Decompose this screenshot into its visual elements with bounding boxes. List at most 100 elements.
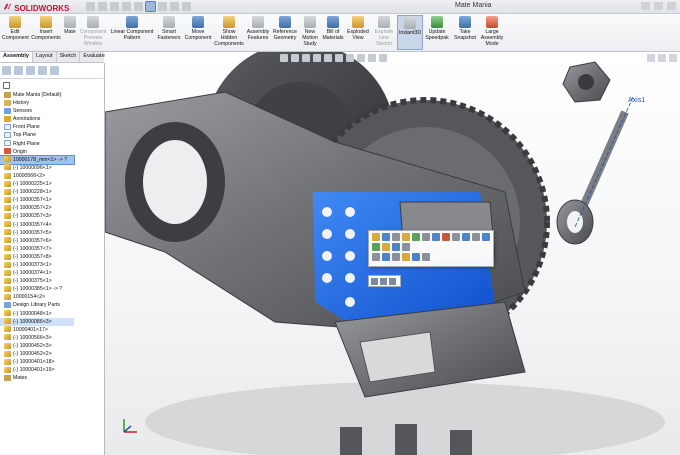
options-icon[interactable] xyxy=(182,2,191,11)
tree-part[interactable]: (-) 10000375<1> xyxy=(0,277,104,285)
zoom-to-selection-icon[interactable] xyxy=(402,243,410,251)
close-icon[interactable] xyxy=(667,2,676,10)
show-hidden-button[interactable]: Show Hidden Components xyxy=(214,15,244,47)
viewport-restore-icon[interactable] xyxy=(658,54,666,62)
tree-history[interactable]: History xyxy=(0,99,104,107)
tree-part[interactable]: 10000154<2> xyxy=(0,293,104,301)
section-view-icon[interactable] xyxy=(313,54,321,62)
save-icon[interactable] xyxy=(110,2,119,11)
tree-part[interactable]: (-) 10000357<5> xyxy=(0,229,104,237)
open-part-icon[interactable] xyxy=(372,233,380,241)
display-style-icon[interactable] xyxy=(335,54,343,62)
tab-layout[interactable]: Layout xyxy=(33,52,57,62)
tree-part[interactable]: (-) 10000385<1> -> ? xyxy=(0,285,104,293)
hide-show-icon[interactable] xyxy=(346,54,354,62)
float-icon[interactable] xyxy=(412,253,420,261)
reference-geometry-button[interactable]: Reference Geometry xyxy=(272,15,298,41)
measure-icon[interactable] xyxy=(472,233,480,241)
tree-part[interactable]: (-) 10000357<7> xyxy=(0,245,104,253)
tree-library-part-highlighted[interactable]: (-) 10000086<3> xyxy=(0,317,74,326)
new-motion-study-button[interactable]: New Motion Study xyxy=(300,15,320,47)
tree-part[interactable]: (-) 10000357<2> xyxy=(0,204,104,212)
tree-part[interactable]: (-) 10000225<1> xyxy=(0,180,104,188)
tree-library-part[interactable]: (-) 10000401<18> xyxy=(0,358,104,366)
select-icon[interactable] xyxy=(145,1,156,12)
tree-library-part[interactable]: 10000401<17> xyxy=(0,326,104,334)
zoom-area-icon[interactable] xyxy=(291,54,299,62)
tree-part[interactable]: (-) 10000228<1> xyxy=(0,188,104,196)
insert-icon[interactable] xyxy=(382,243,390,251)
open-icon[interactable] xyxy=(98,2,107,11)
tree-part-selected[interactable]: 10000178_mm<1> -> ? xyxy=(0,154,75,165)
tree-library-part[interactable]: (-) 10000452<3> xyxy=(0,342,104,350)
tree-part[interactable]: 10000566<2> xyxy=(0,172,104,180)
instant3d-button[interactable]: Instant3D xyxy=(397,15,423,50)
tree-part[interactable]: (-) 10000373<1> xyxy=(0,261,104,269)
fixed-icon[interactable] xyxy=(402,253,410,261)
tree-design-library[interactable]: Design Library Parts xyxy=(0,301,104,309)
tab-assembly[interactable]: Assembly xyxy=(0,52,33,62)
anchor-icon[interactable] xyxy=(392,253,400,261)
tree-annotations[interactable]: Annotations xyxy=(0,115,104,123)
tree-part[interactable]: (-) 10000374<1> xyxy=(0,269,104,277)
lock-icon[interactable] xyxy=(389,278,396,285)
linear-pattern-button[interactable]: Linear Component Pattern xyxy=(109,15,155,41)
sketch-icon[interactable] xyxy=(371,278,378,285)
dimxpert-icon[interactable] xyxy=(38,66,47,75)
update-speedpak-button[interactable]: Update Speedpak xyxy=(424,15,450,41)
view-orientation-icon[interactable] xyxy=(324,54,332,62)
section-icon[interactable] xyxy=(382,253,390,261)
smart-fasteners-button[interactable]: Smart Fasteners xyxy=(157,15,181,41)
tree-library-part[interactable]: (-) 10000452<2> xyxy=(0,350,104,358)
print-icon[interactable] xyxy=(122,2,131,11)
make-virtual-icon[interactable] xyxy=(412,233,420,241)
tree-part[interactable]: (-) 10000357<3> xyxy=(0,212,104,220)
exploded-view-button[interactable]: Exploded View xyxy=(346,15,370,41)
bill-of-materials-button[interactable]: Bill of Materials xyxy=(322,15,344,41)
zoom-to-fit-icon[interactable] xyxy=(280,54,288,62)
tree-root[interactable]: Mate Mania (Default) xyxy=(0,91,104,99)
component-properties-icon[interactable] xyxy=(442,233,450,241)
maximize-icon[interactable] xyxy=(654,2,663,10)
rebuild-icon[interactable] xyxy=(158,2,167,11)
take-snapshot-button[interactable]: Take Snapshot xyxy=(454,15,476,41)
tree-library-part[interactable]: (-) 10000401<19> xyxy=(0,366,104,374)
tree-library-part[interactable]: (-) 10000566<3> xyxy=(0,334,104,342)
tree-mates[interactable]: Mates xyxy=(0,374,104,382)
move-component-button[interactable]: Move Component xyxy=(183,15,213,41)
tree-part[interactable]: (-) 10000357<6> xyxy=(0,237,104,245)
previous-view-icon[interactable] xyxy=(302,54,310,62)
select-other-icon[interactable] xyxy=(392,243,400,251)
tree-part[interactable]: (-) 10000096<1> xyxy=(0,164,104,172)
tree-front-plane[interactable]: Front Plane xyxy=(0,123,104,131)
tree-right-plane[interactable]: Right Plane xyxy=(0,140,104,148)
hide-components-icon[interactable] xyxy=(392,233,400,241)
feature-manager-icon[interactable] xyxy=(2,66,11,75)
tree-part[interactable]: (-) 10000357<4> xyxy=(0,221,104,229)
isolate-icon[interactable] xyxy=(422,233,430,241)
toggle-list-icon[interactable] xyxy=(482,233,490,241)
assembly-features-button[interactable]: Assembly Features xyxy=(246,15,270,41)
explode-line-sketch-button[interactable]: Explode Line Sketch xyxy=(372,15,396,47)
edit-component-button[interactable]: Edit Component xyxy=(2,15,29,41)
file-properties-icon[interactable] xyxy=(170,2,179,11)
tree-part[interactable]: (-) 10000357<8> xyxy=(0,253,104,261)
filter-icon[interactable] xyxy=(3,82,10,89)
display-manager-icon[interactable] xyxy=(50,66,59,75)
tree-part[interactable]: (-) 10000357<1> xyxy=(0,196,104,204)
mate-button[interactable]: Mate xyxy=(63,15,77,35)
viewport-minimize-icon[interactable] xyxy=(647,54,655,62)
scene-icon[interactable] xyxy=(368,54,376,62)
dimension-icon[interactable] xyxy=(380,278,387,285)
rebuild-component-icon[interactable] xyxy=(452,233,460,241)
new-icon[interactable] xyxy=(86,2,95,11)
view-mates-icon[interactable] xyxy=(432,233,440,241)
tree-library-part[interactable]: (-) 10000048<1> xyxy=(0,310,104,318)
tree-sensors[interactable]: Sensors xyxy=(0,107,104,115)
appearance-callout-icon[interactable] xyxy=(462,233,470,241)
undo-icon[interactable] xyxy=(134,2,143,11)
large-assembly-mode-button[interactable]: Large Assembly Mode xyxy=(478,15,506,47)
edit-part-icon[interactable] xyxy=(382,233,390,241)
viewport-close-icon[interactable] xyxy=(669,54,677,62)
appearance-icon[interactable] xyxy=(357,54,365,62)
